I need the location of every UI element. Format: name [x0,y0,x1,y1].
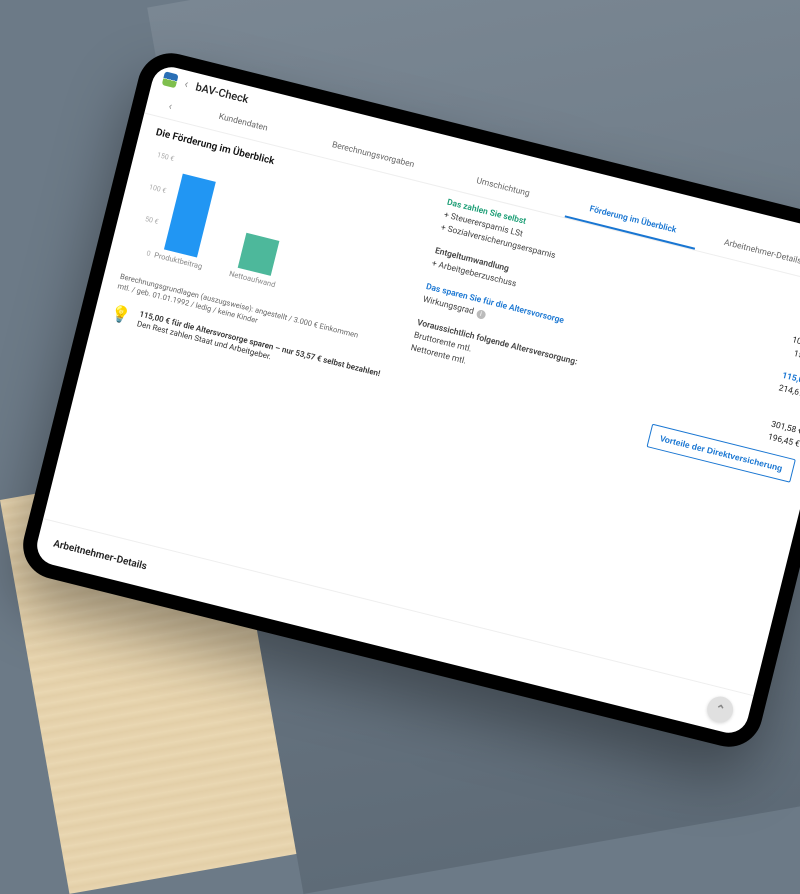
ytick: 150 € [150,149,175,163]
savings-bar-chart: 150 € 100 € 50 € 0 Produktbeitrag Nettoa… [123,149,427,334]
back-chevron-icon[interactable]: ‹ [183,78,189,91]
bar [164,174,216,258]
ytick: 0 [126,244,151,258]
app-logo-icon [162,71,179,88]
bar [238,233,280,276]
info-icon[interactable]: i [475,309,486,320]
lightbulb-icon: 💡 [109,302,133,325]
ytick: 50 € [134,213,159,227]
collapse-chevron-icon[interactable]: ⌃ [704,694,736,726]
ytick: 100 € [142,181,167,195]
bar-nettoaufwand: Nettoaufwand [228,231,286,289]
footer-title: Arbeitnehmer-Details [52,538,148,572]
